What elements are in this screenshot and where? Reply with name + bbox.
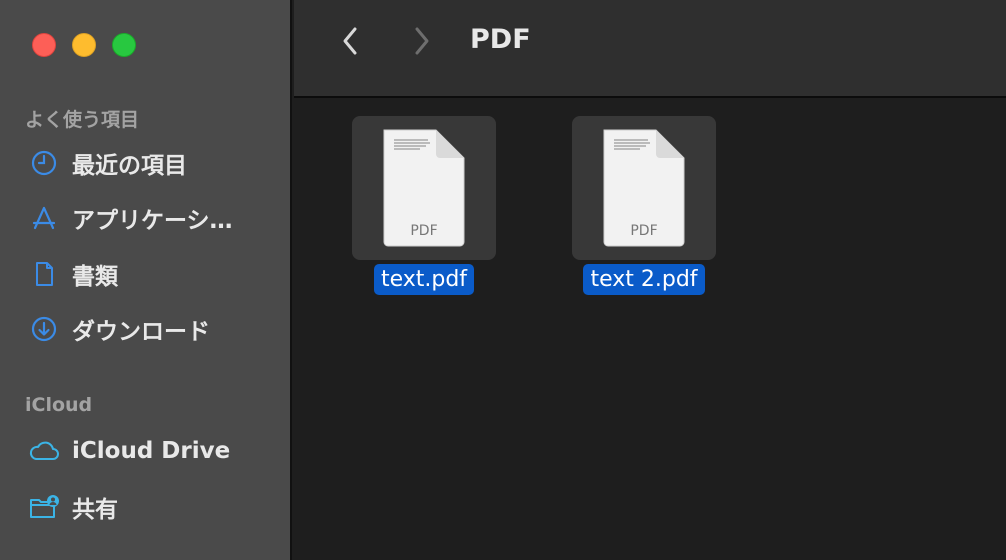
forward-button[interactable]: [406, 26, 438, 60]
icloud-section-title: iCloud: [25, 394, 93, 416]
toolbar: PDF: [294, 0, 1006, 98]
file-type-label: PDF: [410, 223, 437, 239]
file-browser: PDF text.pdf PDF text 2.pdf: [294, 98, 1006, 560]
sidebar-item-documents[interactable]: 書類: [28, 252, 278, 296]
chevron-left-icon: [340, 25, 360, 61]
pdf-file-icon: PDF: [603, 129, 685, 247]
clock-icon: [28, 147, 60, 179]
document-icon: [28, 258, 60, 290]
sidebar-item-label: iCloud Drive: [72, 438, 231, 464]
sidebar: よく使う項目 最近の項目 アプリケーシ… 書類 ダウンロード iCloud iC…: [0, 0, 292, 560]
download-icon: [28, 313, 60, 345]
favorites-section-title: よく使う項目: [25, 109, 140, 131]
sidebar-item-label: 最近の項目: [72, 153, 187, 179]
file-type-label: PDF: [630, 223, 657, 239]
back-button[interactable]: [334, 26, 366, 60]
sidebar-item-icloud-drive[interactable]: iCloud Drive: [28, 429, 278, 473]
chevron-right-icon: [412, 25, 432, 61]
pdf-file-icon: PDF: [383, 129, 465, 247]
applications-icon: [28, 202, 60, 234]
file-item[interactable]: PDF text 2.pdf: [554, 116, 734, 295]
file-name[interactable]: text.pdf: [373, 264, 475, 295]
zoom-window-button[interactable]: [112, 33, 136, 57]
sidebar-item-applications[interactable]: アプリケーシ…: [28, 196, 278, 240]
close-window-button[interactable]: [32, 33, 56, 57]
sidebar-item-label: 共有: [72, 497, 118, 523]
shared-folder-icon: [28, 491, 60, 523]
file-thumbnail[interactable]: PDF: [352, 116, 496, 260]
file-item[interactable]: PDF text.pdf: [334, 116, 514, 295]
cloud-icon: [28, 435, 60, 467]
sidebar-item-recents[interactable]: 最近の項目: [28, 141, 278, 185]
sidebar-item-label: 書類: [72, 264, 118, 290]
minimize-window-button[interactable]: [72, 33, 96, 57]
sidebar-item-label: アプリケーシ…: [72, 208, 233, 234]
window-title: PDF: [470, 24, 531, 55]
sidebar-item-downloads[interactable]: ダウンロード: [28, 307, 278, 351]
sidebar-item-label: ダウンロード: [72, 319, 210, 345]
window-controls: [32, 33, 136, 57]
sidebar-item-shared[interactable]: 共有: [28, 485, 278, 529]
file-thumbnail[interactable]: PDF: [572, 116, 716, 260]
file-name[interactable]: text 2.pdf: [583, 264, 705, 295]
